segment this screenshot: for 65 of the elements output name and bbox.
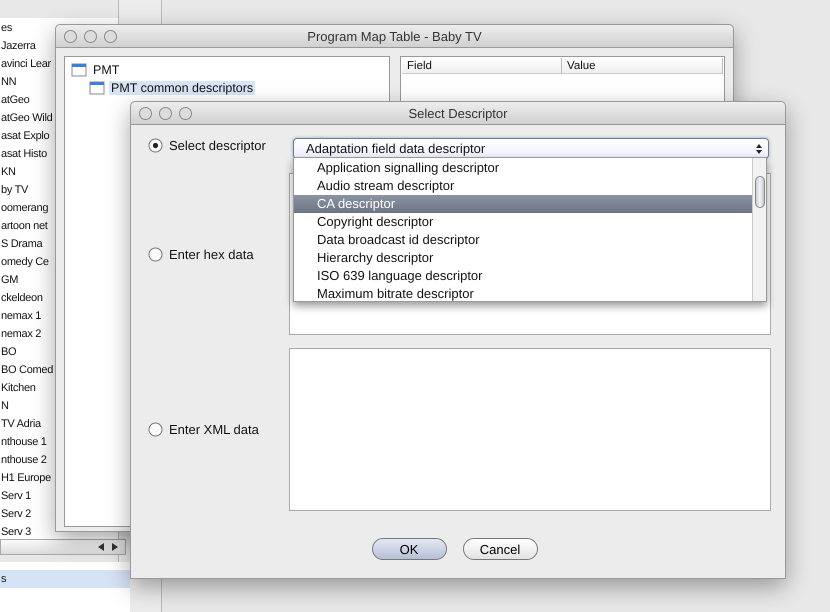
horizontal-scrollbar[interactable]: [0, 539, 126, 555]
window-control-icon[interactable]: [64, 30, 77, 42]
list-item[interactable]: NN: [1, 73, 16, 91]
list-item[interactable]: Serv 1: [1, 487, 31, 505]
list-item[interactable]: nthouse 2: [1, 451, 47, 469]
descriptor-dropdown[interactable]: Adaptation field data descriptor: [293, 138, 769, 159]
vertical-scrollbar[interactable]: [752, 158, 766, 301]
list-item[interactable]: atGeo: [1, 91, 30, 109]
window-control-icon[interactable]: [84, 30, 97, 42]
dropdown-item[interactable]: Audio stream descriptor: [294, 177, 752, 195]
list-item[interactable]: Jazerra: [1, 37, 36, 55]
list-item[interactable]: oomerang: [1, 199, 48, 217]
list-item[interactable]: nemax 2: [1, 325, 42, 343]
radio-option[interactable]: Enter XML data: [148, 422, 289, 437]
dropdown-item[interactable]: Hierarchy descriptor: [294, 249, 752, 267]
list-item[interactable]: KN: [1, 163, 16, 181]
list-item[interactable]: nemax 1: [1, 307, 42, 325]
dropdown-item[interactable]: Data broadcast id descriptor: [294, 231, 752, 249]
window-control-icon[interactable]: [104, 30, 117, 42]
radio-option[interactable]: Select descriptor: [148, 138, 289, 153]
window-control-icon[interactable]: [159, 106, 172, 120]
window-control-icon[interactable]: [139, 106, 152, 120]
list-item[interactable]: nthouse 1: [1, 433, 47, 451]
scroll-thumb[interactable]: [754, 176, 764, 208]
list-item[interactable]: S Drama: [1, 235, 42, 253]
list-item[interactable]: es: [1, 19, 12, 37]
list-item[interactable]: ckeldeon: [1, 289, 43, 307]
radio-button-icon[interactable]: [148, 138, 163, 153]
list-item[interactable]: Serv 3: [1, 523, 31, 541]
dropdown-item[interactable]: Application signalling descriptor: [294, 159, 752, 177]
list-item[interactable]: s: [1, 570, 6, 588]
list-item[interactable]: omedy Ce: [1, 253, 49, 271]
list-item[interactable]: BO: [1, 343, 16, 361]
dropdown-item[interactable]: CA descriptor: [294, 195, 752, 213]
xml-data-field[interactable]: [289, 348, 771, 511]
dropdown-item[interactable]: ISO 639 language descriptor: [294, 267, 752, 285]
window-title: Program Map Table - Baby TV: [307, 28, 482, 44]
list-item[interactable]: Serv 2: [1, 505, 31, 523]
list-item[interactable]: avinci Lear: [1, 55, 51, 73]
list-item[interactable]: GM: [1, 271, 18, 289]
list-item[interactable]: TV Adria: [1, 415, 41, 433]
list-item[interactable]: BO Comed: [1, 361, 54, 379]
tree-item[interactable]: PMT: [91, 63, 122, 77]
list-item[interactable]: asat Histo: [1, 145, 47, 163]
dropdown-item[interactable]: Copyright descriptor: [294, 213, 752, 231]
list-item[interactable]: Kitchen: [1, 379, 36, 397]
list-item[interactable]: N: [1, 397, 9, 415]
list-item[interactable]: atGeo Wild: [1, 109, 52, 127]
list-item[interactable]: artoon net: [1, 217, 48, 235]
dialog-title: Select Descriptor: [408, 106, 508, 120]
radio-button-icon[interactable]: [148, 422, 163, 437]
column-header[interactable]: Field: [402, 58, 562, 73]
column-header[interactable]: Value: [562, 58, 723, 73]
tree-item[interactable]: PMT common descriptors: [109, 81, 256, 95]
list-item[interactable]: asat Explo: [1, 127, 50, 145]
window-icon: [71, 63, 87, 77]
window-control-icon[interactable]: [179, 106, 192, 120]
list-item[interactable]: H1 Europe: [1, 469, 51, 487]
ok-button[interactable]: OK: [372, 538, 446, 560]
radio-button-icon[interactable]: [148, 246, 163, 262]
cancel-button[interactable]: Cancel: [462, 538, 538, 560]
list-item[interactable]: by TV: [1, 181, 28, 199]
window-icon: [89, 81, 105, 95]
dropdown-item[interactable]: Maximum bitrate descriptor: [294, 285, 752, 303]
radio-option[interactable]: Enter hex data: [148, 246, 289, 262]
